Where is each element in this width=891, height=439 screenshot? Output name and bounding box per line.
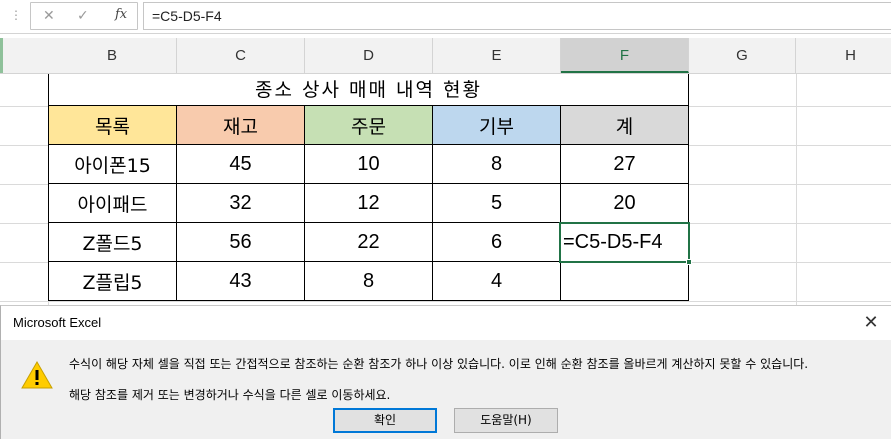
table-cell[interactable]: 10 bbox=[305, 145, 433, 184]
dialog-hint: 해당 참조를 제거 또는 변경하거나 수식을 다른 셀로 이동하세요. bbox=[69, 388, 391, 402]
warning-icon bbox=[21, 360, 53, 389]
column-header-c[interactable]: C bbox=[177, 38, 305, 73]
table-cell[interactable]: 45 bbox=[177, 145, 305, 184]
insert-function-icon[interactable]: fx bbox=[115, 7, 127, 22]
table-cell[interactable]: 32 bbox=[177, 184, 305, 223]
gridline bbox=[0, 301, 891, 302]
table-cell[interactable]: 6 bbox=[433, 223, 561, 262]
cancel-icon[interactable]: ✕ bbox=[43, 8, 55, 24]
dialog-title: Microsoft Excel bbox=[13, 315, 102, 330]
table-cell[interactable]: 아이패드 bbox=[48, 184, 177, 223]
table-cell[interactable]: 8 bbox=[305, 262, 433, 301]
formula-input[interactable]: =C5-D5-F4 bbox=[143, 2, 891, 30]
enter-icon[interactable]: ✓ bbox=[77, 8, 89, 24]
dialog-titlebar[interactable]: Microsoft Excel ✕ bbox=[1, 306, 891, 340]
gridline bbox=[796, 74, 797, 305]
row-header-stub bbox=[0, 38, 3, 73]
table-cell[interactable]: Z폴드5 bbox=[48, 223, 177, 262]
table-cell[interactable]: 20 bbox=[561, 184, 689, 223]
dialog-message: 수식이 해당 자체 셀을 직접 또는 간접적으로 참조하는 순환 참조가 하나 … bbox=[69, 357, 809, 371]
table-cell[interactable]: 43 bbox=[177, 262, 305, 301]
header-cell-item[interactable]: 목록 bbox=[48, 106, 177, 145]
header-cell-order[interactable]: 주문 bbox=[305, 106, 433, 145]
table-cell[interactable] bbox=[561, 262, 689, 301]
column-header-g[interactable]: G bbox=[689, 38, 796, 73]
sheet-title[interactable]: 종소 상사 매매 내역 현황 bbox=[48, 74, 689, 106]
fill-handle[interactable] bbox=[686, 259, 692, 265]
table-cell[interactable]: 4 bbox=[433, 262, 561, 301]
column-header-row: B C D E F G H bbox=[0, 38, 891, 74]
table-cell[interactable]: 아이폰15 bbox=[48, 145, 177, 184]
circular-reference-dialog: Microsoft Excel ✕ 수식이 해당 자체 셀을 직접 또는 간접적… bbox=[0, 305, 891, 439]
column-header-b[interactable]: B bbox=[48, 38, 177, 73]
header-cell-total[interactable]: 계 bbox=[561, 106, 689, 145]
header-cell-donation[interactable]: 기부 bbox=[433, 106, 561, 145]
column-header-e[interactable]: E bbox=[433, 38, 561, 73]
column-header-d[interactable]: D bbox=[305, 38, 433, 73]
active-formula-cell[interactable]: =C5-D5-F4 bbox=[561, 223, 689, 262]
header-cell-stock[interactable]: 재고 bbox=[177, 106, 305, 145]
table-cell[interactable]: 56 bbox=[177, 223, 305, 262]
column-header-f[interactable]: F bbox=[561, 38, 689, 73]
formula-bar: ⋮ ✕ ✓ fx =C5-D5-F4 bbox=[0, 0, 891, 34]
close-icon[interactable]: ✕ bbox=[858, 310, 884, 336]
grip-icon: ⋮ bbox=[10, 8, 22, 22]
table-cell[interactable]: 5 bbox=[433, 184, 561, 223]
table-cell[interactable]: Z플립5 bbox=[48, 262, 177, 301]
table-cell[interactable]: 22 bbox=[305, 223, 433, 262]
ok-button[interactable]: 확인 bbox=[333, 408, 437, 433]
table-cell[interactable]: 8 bbox=[433, 145, 561, 184]
column-header-h[interactable]: H bbox=[796, 38, 891, 73]
table-cell[interactable]: 27 bbox=[561, 145, 689, 184]
formula-bar-buttons: ✕ ✓ fx bbox=[30, 2, 138, 30]
table-cell[interactable]: 12 bbox=[305, 184, 433, 223]
help-button[interactable]: 도움말(H) bbox=[454, 408, 558, 433]
